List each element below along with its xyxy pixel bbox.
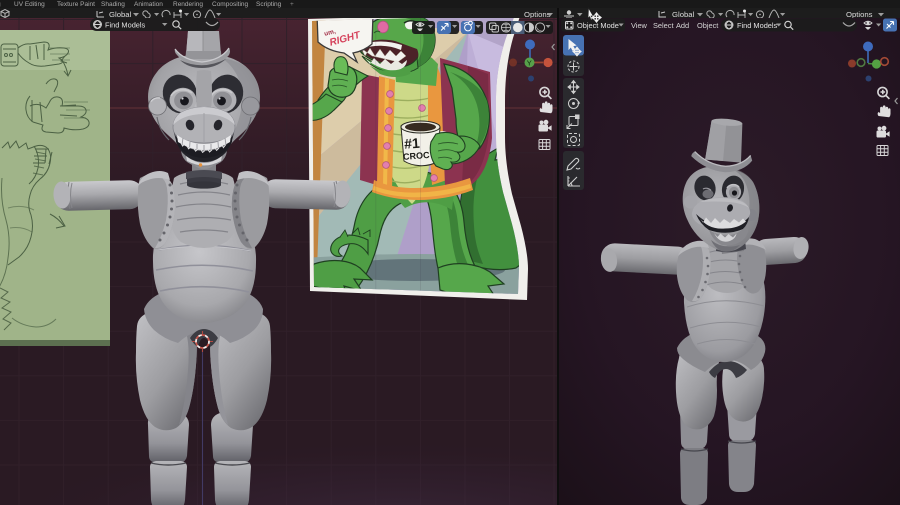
svg-text:View: View [631, 21, 648, 30]
svg-text:Select: Select [653, 21, 674, 30]
svg-text:Find Models: Find Models [737, 21, 778, 30]
svg-text:Global: Global [109, 10, 132, 18]
svg-text:Y: Y [527, 59, 532, 68]
svg-text:Options: Options [846, 10, 873, 18]
svg-text:Find Models: Find Models [105, 21, 146, 30]
svg-text:Global: Global [672, 10, 695, 18]
svg-text:Add: Add [676, 21, 689, 30]
svg-text:Object: Object [697, 21, 718, 30]
svg-text:#1: #1 [404, 135, 421, 152]
svg-text:Options: Options [524, 10, 551, 18]
svg-text:CROC: CROC [403, 150, 431, 162]
